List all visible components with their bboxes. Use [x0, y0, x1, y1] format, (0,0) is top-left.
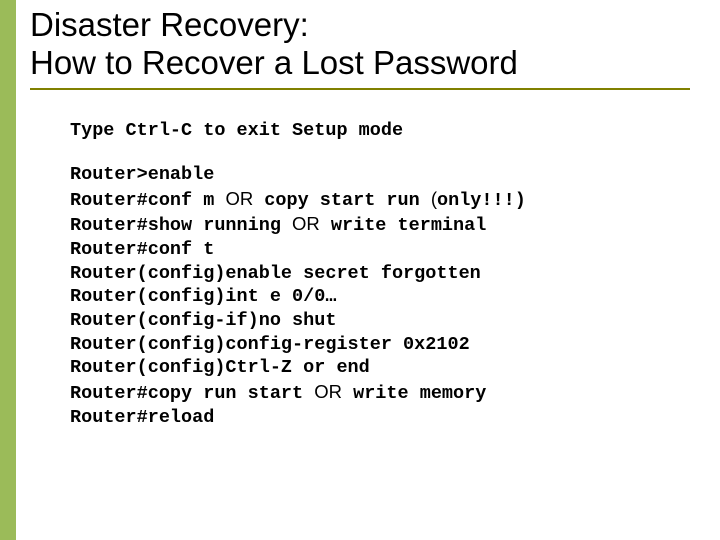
cmd-line: Router#copy run start OR write memory — [70, 380, 670, 406]
cmd-line: Router#reload — [70, 406, 670, 430]
cmd-line: Router#conf t — [70, 238, 670, 262]
title-block: Disaster Recovery: How to Recover a Lost… — [30, 6, 690, 90]
cmd-line: Router#conf m OR copy start run (only!!!… — [70, 187, 670, 213]
title-underline — [30, 88, 690, 90]
command-list: Router>enable Router#conf m OR copy star… — [70, 163, 670, 429]
accent-bar — [0, 0, 16, 540]
slide-title: Disaster Recovery: How to Recover a Lost… — [30, 6, 690, 86]
cmd-line: Router(config)int e 0/0… — [70, 285, 670, 309]
cmd-line: Router(config)Ctrl-Z or end — [70, 356, 670, 380]
title-line-2: How to Recover a Lost Password — [30, 44, 518, 81]
slide: Disaster Recovery: How to Recover a Lost… — [0, 0, 720, 540]
cmd-line: Router(config)enable secret forgotten — [70, 262, 670, 286]
cmd-line: Router(config-if)no shut — [70, 309, 670, 333]
cmd-line: Router>enable — [70, 163, 670, 187]
cmd-line: Router#show running OR write terminal — [70, 212, 670, 238]
cmd-line: Router(config)config-register 0x2102 — [70, 333, 670, 357]
title-line-1: Disaster Recovery: — [30, 6, 309, 43]
instruction-line: Type Ctrl-C to exit Setup mode — [70, 120, 670, 141]
body-block: Type Ctrl-C to exit Setup mode Router>en… — [70, 120, 670, 429]
